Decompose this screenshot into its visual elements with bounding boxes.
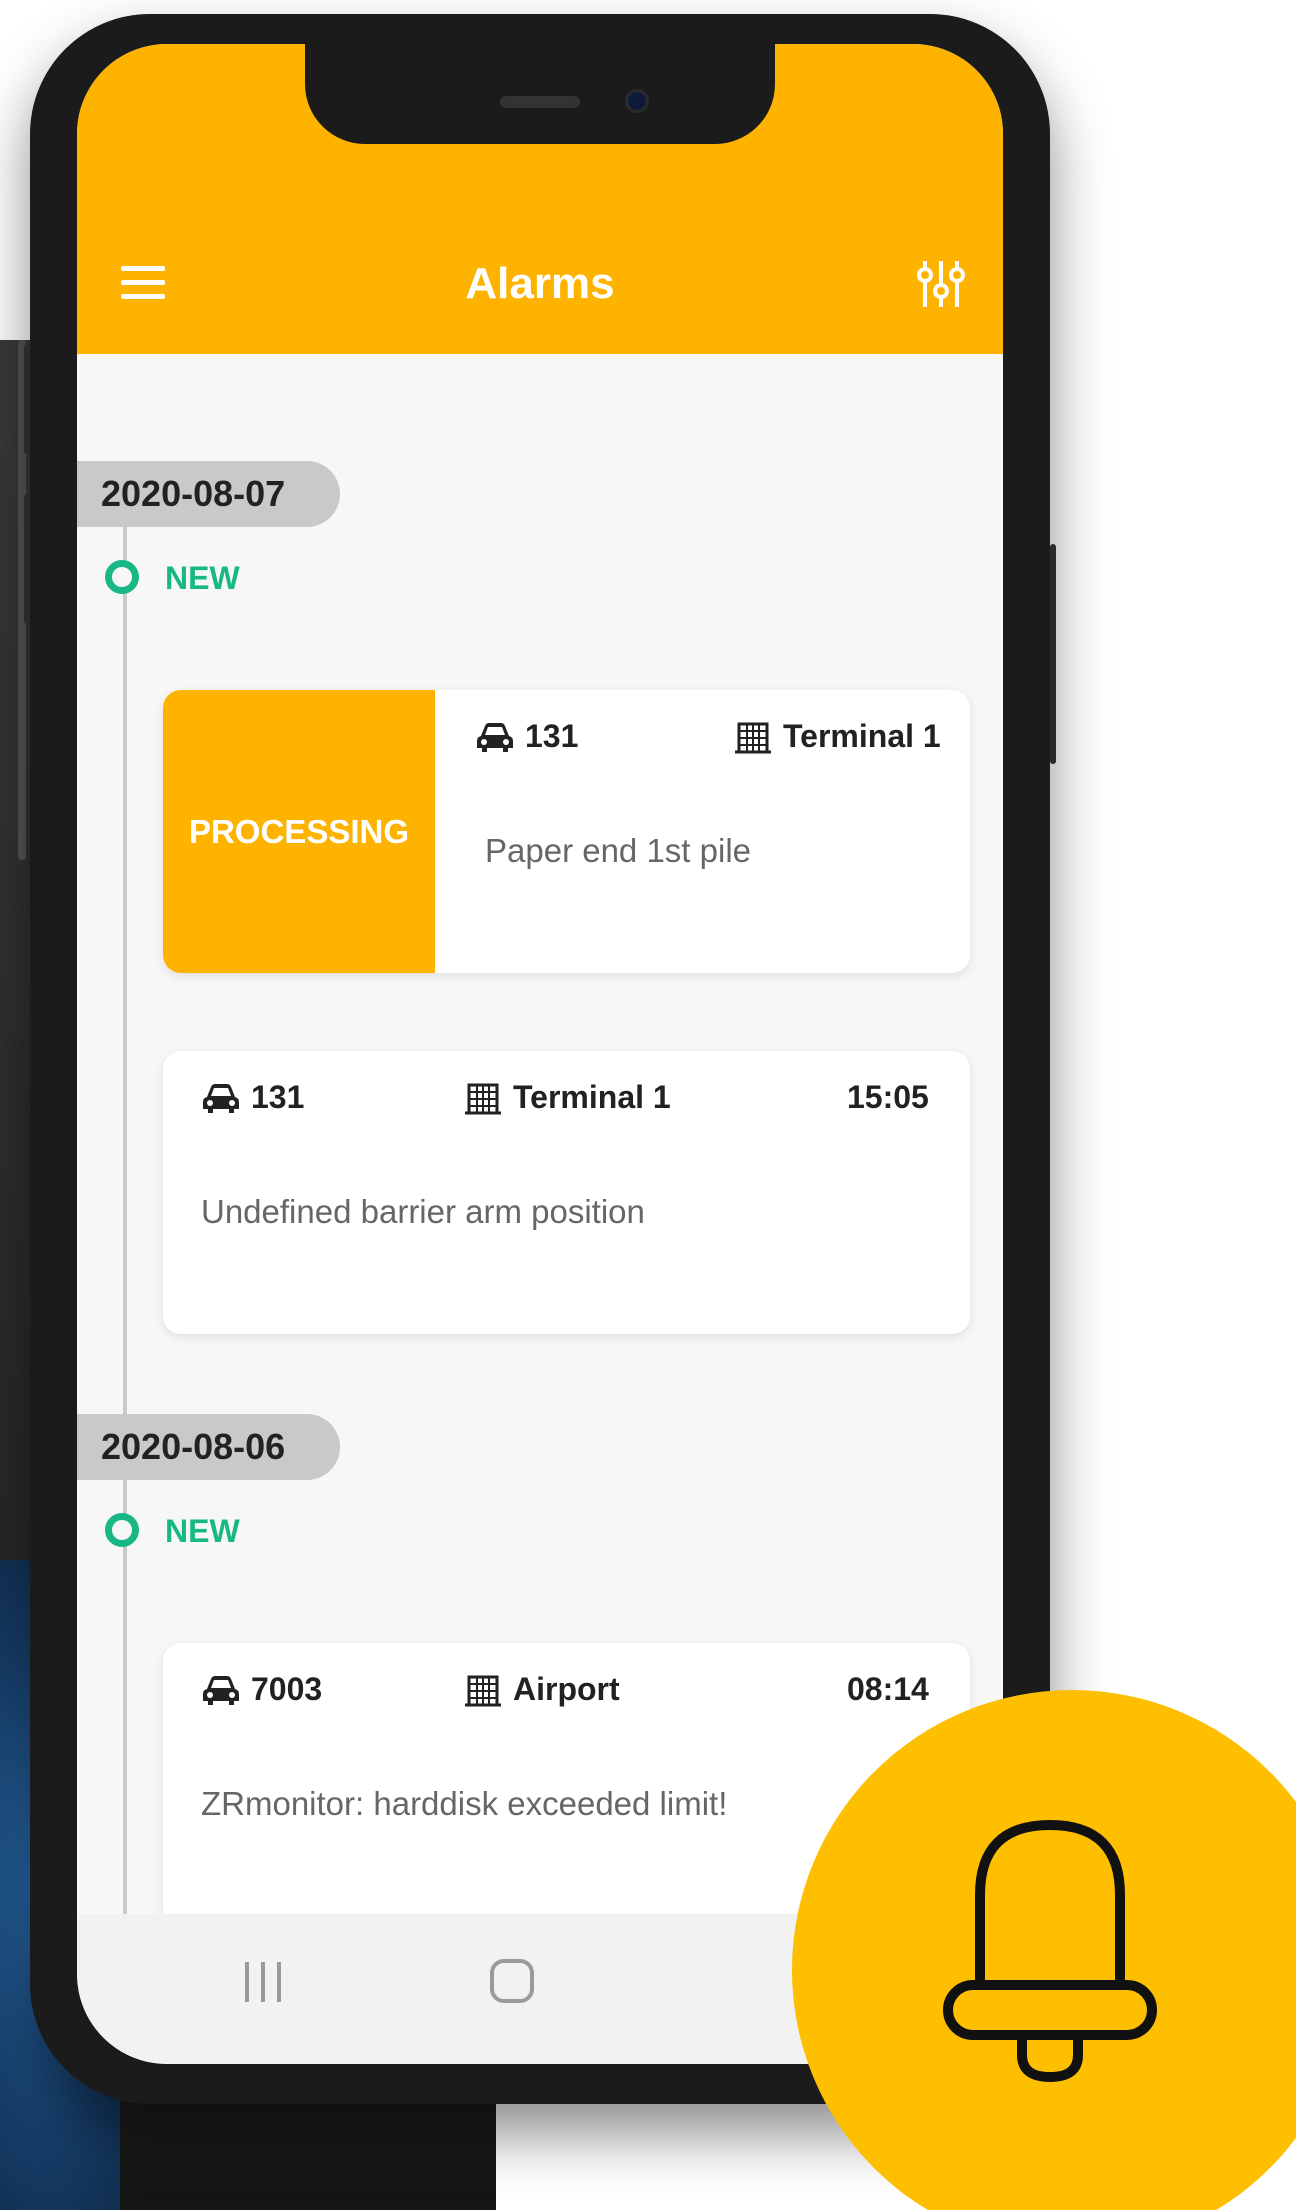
location-info: Airport (463, 1671, 620, 1708)
vehicle-id: 131 (525, 718, 579, 754)
location-info: Terminal 1 (733, 718, 941, 755)
speaker (500, 96, 580, 108)
camera (625, 89, 649, 113)
status-dot (105, 1513, 139, 1547)
status-label: NEW (165, 560, 240, 596)
phone-side-button (24, 344, 30, 454)
location-name: Terminal 1 (783, 718, 941, 754)
car-icon (203, 1083, 239, 1113)
vehicle-info: 131 (201, 1079, 304, 1116)
location-info: Terminal 1 (463, 1079, 671, 1116)
status-dot (105, 560, 139, 594)
timeline-line (123, 494, 127, 1924)
phone-power-button (1050, 544, 1056, 764)
alarm-list[interactable]: 2020-08-07 NEW PROCESSING 131 Terminal 1… (77, 354, 1003, 1926)
car-icon (477, 722, 513, 752)
recents-icon[interactable] (245, 1962, 289, 2002)
alarm-message: Undefined barrier arm position (201, 1193, 645, 1230)
sliders-filter-icon[interactable] (917, 259, 965, 309)
processing-badge: PROCESSING (163, 690, 435, 973)
date-header: 2020-08-06 (77, 1414, 340, 1480)
vehicle-info: 7003 (201, 1671, 322, 1708)
alarm-card[interactable]: 131 Terminal 1 15:05 Undefined barrier a… (163, 1051, 970, 1334)
vehicle-id: 7003 (251, 1671, 323, 1707)
vehicle-id: 131 (251, 1079, 305, 1115)
date-header: 2020-08-07 (77, 461, 340, 527)
bell-icon (943, 1820, 1157, 2082)
alarm-time: 08:14 (847, 1671, 929, 1707)
alarm-time: 15:05 (847, 1079, 929, 1115)
status-label: NEW (165, 1513, 240, 1549)
vehicle-info: 131 (475, 718, 578, 755)
alarm-card[interactable]: PROCESSING 131 Terminal 1 Paper end 1st … (163, 690, 970, 973)
building-icon (465, 1675, 501, 1706)
notch (305, 44, 775, 144)
page-title: Alarms (465, 259, 615, 308)
location-name: Airport (513, 1671, 620, 1707)
phone-screen: Alarms 2020-08-07 NEW PROCESSING 131 Ter… (77, 44, 1003, 2064)
phone-side-button (24, 494, 30, 624)
alarm-message: ZRmonitor: harddisk exceeded limit! (201, 1785, 728, 1822)
alarm-message: Paper end 1st pile (485, 832, 752, 869)
building-icon (465, 1083, 501, 1114)
location-name: Terminal 1 (513, 1079, 671, 1115)
car-icon (203, 1675, 239, 1705)
building-icon (735, 722, 771, 753)
home-icon[interactable] (490, 1959, 534, 2003)
